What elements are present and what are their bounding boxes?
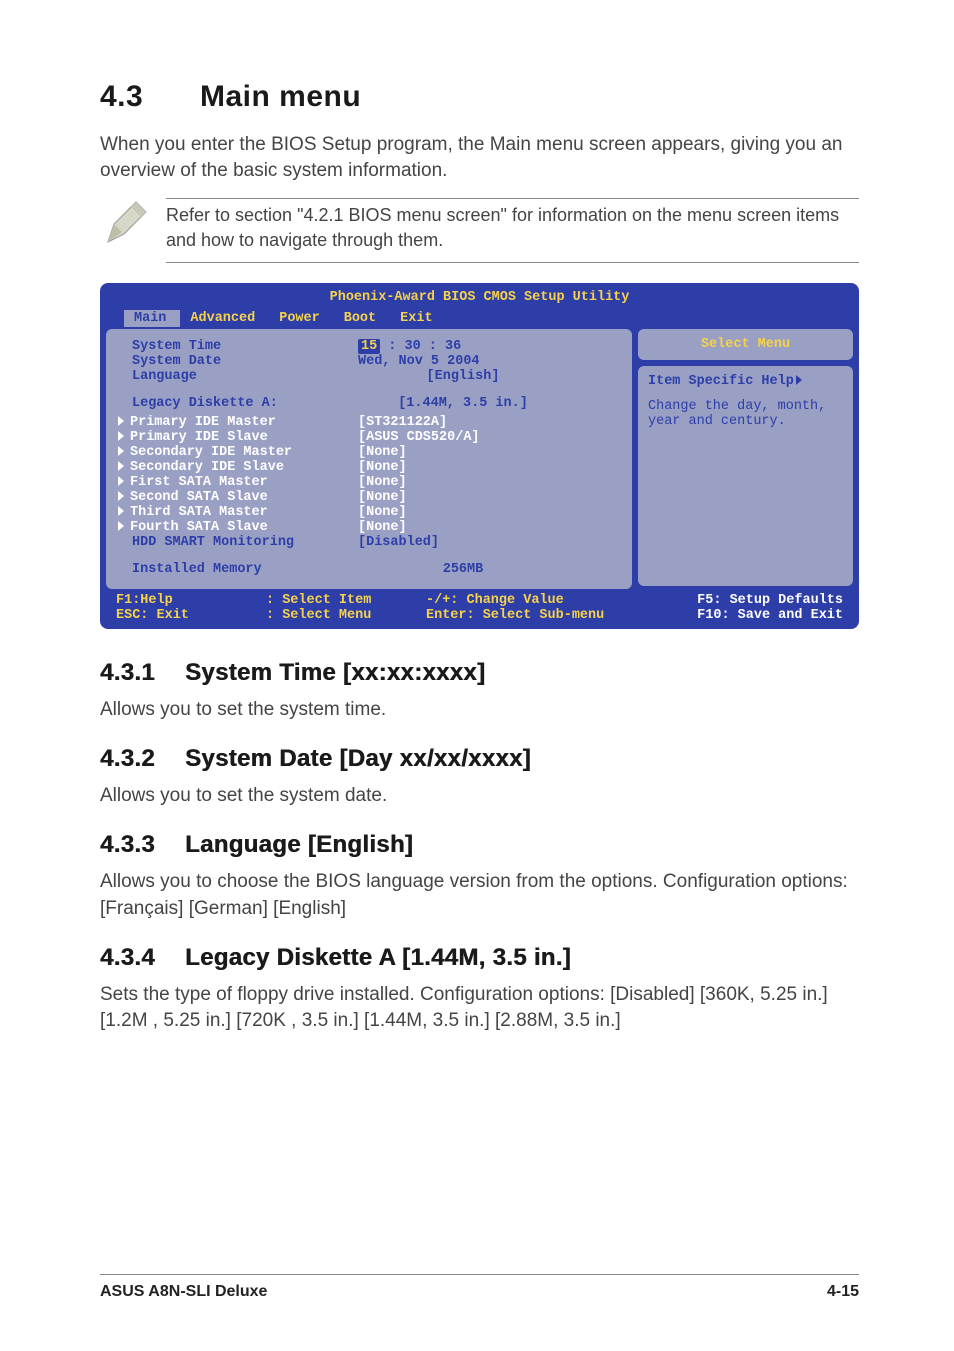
section-heading: 4.3Main menu [100, 80, 859, 114]
tab-advanced[interactable]: Advanced [180, 310, 269, 327]
tab-main[interactable]: Main [124, 310, 180, 327]
primary-ide-slave-label[interactable]: Primary IDE Slave [118, 430, 358, 445]
arrow-icon [118, 506, 124, 516]
language-value[interactable]: [English] [358, 369, 568, 384]
legacy-label: Legacy Diskette A: [118, 396, 358, 411]
secondary-ide-slave-label[interactable]: Secondary IDE Slave [118, 460, 358, 475]
subsection-heading-4: 4.3.4Legacy Diskette A [1.44M, 3.5 in.] [100, 944, 859, 972]
first-sata-master-label[interactable]: First SATA Master [118, 475, 358, 490]
installed-memory-value: 256MB [358, 562, 568, 577]
item-help-title: Item Specific Help [648, 374, 843, 389]
arrow-icon [118, 446, 124, 456]
footer-pagenum: 4-15 [827, 1283, 859, 1301]
select-item: : Select Item [266, 593, 426, 608]
subsection-body-4: Sets the type of floppy drive installed.… [100, 982, 859, 1034]
arrow-right-icon [796, 375, 802, 385]
bios-title: Phoenix-Award BIOS CMOS Setup Utility [106, 287, 853, 310]
select-menu-label: Select Menu [638, 329, 853, 360]
pencil-icon [100, 198, 152, 250]
arrow-icon [118, 461, 124, 471]
page-footer: ASUS A8N-SLI Deluxe 4-15 [100, 1274, 859, 1301]
primary-ide-slave-value: [ASUS CDS520/A] [358, 430, 480, 445]
footer-product: ASUS A8N-SLI Deluxe [100, 1283, 267, 1301]
secondary-ide-master-label[interactable]: Secondary IDE Master [118, 445, 358, 460]
legacy-value[interactable]: [1.44M, 3.5 in.] [358, 396, 568, 411]
f1-help: F1:Help [116, 593, 266, 608]
note-block: Refer to section "4.2.1 BIOS menu screen… [100, 198, 859, 263]
language-label: Language [118, 369, 358, 384]
primary-ide-master-value: [ST321122A] [358, 415, 447, 430]
change-value: -/+: Change Value [426, 593, 646, 608]
third-sata-value: [None] [358, 505, 407, 520]
bios-right-panel: Select Menu Item Specific Help Change th… [638, 329, 853, 589]
item-help-text: Change the day, month, year and century. [648, 399, 843, 429]
second-sata-value: [None] [358, 490, 407, 505]
secondary-ide-master-value: [None] [358, 445, 407, 460]
subsection-body-1: Allows you to set the system time. [100, 697, 859, 723]
tab-boot[interactable]: Boot [334, 310, 390, 327]
hdd-smart-value[interactable]: [Disabled] [358, 535, 439, 550]
second-sata-slave-label[interactable]: Second SATA Slave [118, 490, 358, 505]
first-sata-value: [None] [358, 475, 407, 490]
system-date-value[interactable]: Wed, Nov 5 2004 [358, 354, 480, 369]
enter-submenu: Enter: Select Sub-menu [426, 608, 646, 623]
bios-menubar: Main Advanced Power Boot Exit [106, 310, 853, 327]
bios-left-panel: System Time15 : 30 : 36 System DateWed, … [106, 329, 632, 589]
item-help-panel: Item Specific Help Change the day, month… [638, 366, 853, 586]
tab-exit[interactable]: Exit [390, 310, 446, 327]
arrow-icon [118, 416, 124, 426]
fourth-sata-slave-label[interactable]: Fourth SATA Slave [118, 520, 358, 535]
intro-paragraph: When you enter the BIOS Setup program, t… [100, 132, 859, 184]
arrow-icon [118, 521, 124, 531]
section-number: 4.3 [100, 80, 200, 114]
f10-save: F10: Save and Exit [646, 608, 843, 623]
f5-defaults: F5: Setup Defaults [646, 593, 843, 608]
installed-memory-label: Installed Memory [118, 562, 358, 577]
arrow-icon [118, 431, 124, 441]
subsection-body-2: Allows you to set the system date. [100, 783, 859, 809]
tab-power[interactable]: Power [269, 310, 334, 327]
third-sata-master-label[interactable]: Third SATA Master [118, 505, 358, 520]
subsection-heading-3: 4.3.3Language [English] [100, 831, 859, 859]
subsection-heading-2: 4.3.2System Date [Day xx/xx/xxxx] [100, 745, 859, 773]
bios-footer: F1:Help ESC: Exit : Select Item : Select… [106, 589, 853, 623]
esc-exit: ESC: Exit [116, 608, 266, 623]
secondary-ide-slave-value: [None] [358, 460, 407, 475]
arrow-icon [118, 476, 124, 486]
note-text: Refer to section "4.2.1 BIOS menu screen… [166, 198, 859, 263]
section-title: Main menu [200, 80, 361, 113]
bios-screenshot: Phoenix-Award BIOS CMOS Setup Utility Ma… [100, 283, 859, 629]
subsection-body-3: Allows you to choose the BIOS language v… [100, 869, 859, 921]
system-date-label: System Date [118, 354, 358, 369]
arrow-icon [118, 491, 124, 501]
select-menu: : Select Menu [266, 608, 426, 623]
fourth-sata-value: [None] [358, 520, 407, 535]
hdd-smart-label: HDD SMART Monitoring [118, 535, 358, 550]
subsection-heading-1: 4.3.1System Time [xx:xx:xxxx] [100, 659, 859, 687]
system-time-label: System Time [118, 339, 358, 354]
system-time-value[interactable]: 15 : 30 : 36 [358, 339, 461, 354]
primary-ide-master-label[interactable]: Primary IDE Master [118, 415, 358, 430]
